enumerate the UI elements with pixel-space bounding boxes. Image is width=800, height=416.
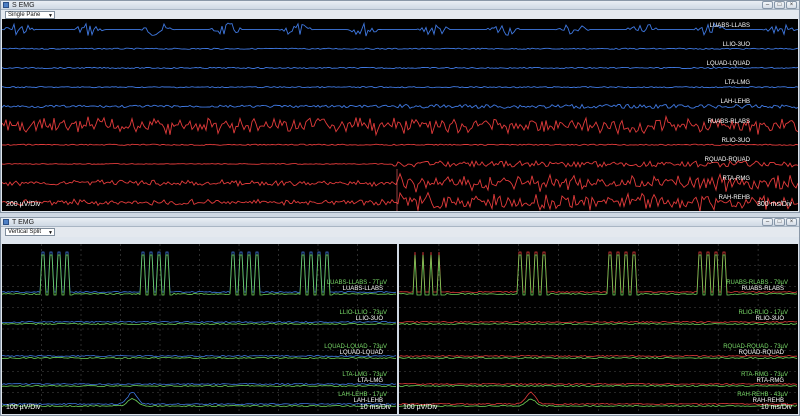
s-trace-9 [2, 172, 798, 193]
s-channel-label: RLIO-3UO [721, 137, 750, 144]
t-emg-titlebar[interactable]: T EMG – □ × [1, 218, 799, 227]
t-channel-sublabel: LLIO-3UO [355, 316, 383, 322]
t-trace-4-2 [399, 384, 798, 388]
s-channel-label: LAH-LEHB [720, 99, 750, 106]
s-trace-4 [2, 86, 798, 89]
pane-mode-select[interactable]: Single Pane ▼ [5, 11, 55, 19]
app-icon [3, 2, 9, 8]
s-trace-8 [2, 159, 798, 168]
t-trace-3-1 [399, 354, 797, 358]
s-trace-3 [2, 66, 798, 70]
close-button[interactable]: × [786, 218, 797, 226]
chevron-down-icon: ▼ [48, 230, 53, 236]
t-trace-1-2 [399, 254, 798, 296]
t-right-amplitude-scale: 100 µV/Div [403, 404, 438, 411]
close-button[interactable]: × [786, 1, 797, 9]
t-channel-sublabel: RTA-RMG [756, 378, 784, 384]
t-trace-2-2 [2, 322, 397, 326]
s-channel-label: LQUAD-LQUAD [706, 60, 750, 67]
t-right-traces [399, 244, 798, 414]
minimize-button[interactable]: – [762, 1, 773, 9]
t-channel-sublabel: RUABS-RLABS [741, 286, 784, 292]
pane-mode-select[interactable]: Vertical Split ▼ [5, 228, 55, 236]
s-trace-1 [2, 21, 798, 37]
s-channel-label: RUABS-RLABS [707, 118, 750, 125]
t-left-amplitude-scale: 100 µV/Div [6, 404, 41, 411]
s-channel-label: LUABS-LLABS [709, 22, 750, 29]
t-trace-2-1 [399, 320, 798, 324]
s-channel-label: LTA-LMG [724, 80, 750, 87]
s-trace-7 [2, 143, 798, 146]
s-trace-5 [2, 103, 798, 109]
t-channel-sublabel: LQUAD-LQUAD [339, 350, 383, 356]
app-icon [3, 219, 9, 225]
s-channel-label: RQUAD-RQUAD [704, 156, 750, 163]
t-channel-sublabel: LTA-LMG [357, 378, 383, 384]
s-channel-label: RAH-REHB [718, 195, 750, 202]
pane-mode-value: Single Pane [8, 12, 41, 18]
t-trace-5-2 [399, 398, 798, 408]
s-emg-titlebar[interactable]: S EMG – □ × [1, 1, 799, 10]
s-channel-label: RTA-RMG [722, 176, 750, 183]
s-trace-2 [2, 47, 798, 50]
t-trace-4-1 [2, 382, 397, 386]
t-trace-2-2 [399, 322, 798, 326]
t-channel-sublabel: RQUAD-RQUAD [738, 350, 784, 356]
t-trace-3-2 [2, 356, 397, 360]
t-trace-2-1 [2, 320, 397, 324]
t-channel-sublabel: RLIO-3UO [755, 316, 784, 322]
s-amplitude-scale: 200 µV/Div [6, 201, 41, 208]
t-trace-3-1 [2, 354, 397, 358]
maximize-button[interactable]: □ [774, 218, 785, 226]
t-trace-4-1 [399, 382, 798, 386]
t-right-time-scale: 10 ms/Div [760, 404, 792, 411]
minimize-button[interactable]: – [762, 218, 773, 226]
t-emg-right-pane[interactable]: RUABS-RLABS - 79µV RUABS-RLABS RLIO-RLIO -… [399, 244, 798, 414]
t-trace-1-2 [2, 254, 397, 296]
t-left-time-scale: 10 ms/Div [359, 404, 391, 411]
s-channel-label: LLIO-3UO [722, 41, 750, 48]
s-trace-6 [2, 114, 798, 137]
t-trace-4-2 [2, 384, 396, 388]
t-channel-sublabel: LUABS-LLABS [342, 286, 383, 292]
pane-mode-value: Vertical Split [8, 229, 42, 235]
s-emg-traces [2, 21, 798, 211]
s-emg-plot[interactable]: LUABS-LLABS LLIO-3UO LQUAD-LQUAD LTA-LMG LAH… [2, 19, 798, 211]
t-emg-left-pane[interactable]: LUABS-LLABS - 7TµV LUABS-LLABS LLIO-LLIO -… [2, 244, 397, 414]
t-emg-title: T EMG [12, 219, 35, 226]
t-trace-5-1 [2, 392, 397, 406]
s-trace-10 [2, 191, 798, 211]
s-time-scale: 300 ms/Div [756, 201, 792, 208]
t-trace-5-2 [2, 398, 397, 408]
s-emg-title: S EMG [12, 2, 35, 9]
maximize-button[interactable]: □ [774, 1, 785, 9]
t-trace-3-2 [399, 356, 798, 360]
t-left-traces [2, 244, 397, 414]
t-emg-toolbar: Vertical Split ▼ [1, 227, 799, 237]
